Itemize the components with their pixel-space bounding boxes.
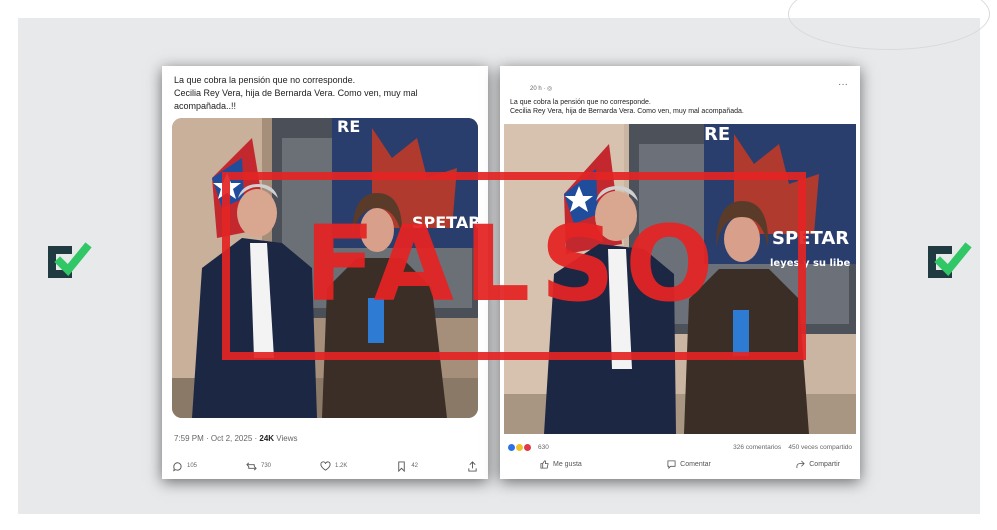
haha-reaction-icon [516,444,523,451]
share-arrow-icon [796,460,805,469]
banner-text: RE [337,118,360,136]
share-button[interactable] [467,460,478,472]
falso-stamp-label: FALSO [304,203,724,325]
comment-button[interactable]: Comentar [667,460,711,469]
fb-post-time-text: 20 h · [530,86,548,92]
share-button[interactable]: Compartir [796,460,840,469]
share-label: Compartir [809,461,840,468]
thumbs-up-icon [540,460,549,469]
love-reaction-icon [524,444,531,451]
share-count[interactable]: 450 veces compartido [788,444,852,451]
fb-post-text-line: La que cobra la pensión que no correspon… [510,99,651,106]
check-logo-icon [928,242,972,278]
x-post-text-line: La que cobra la pensión que no correspon… [174,75,356,85]
banner-text: RE [704,124,730,145]
globe-icon: ◎ [547,86,553,92]
like-label: Me gusta [553,461,582,468]
like-count: 1.2K [335,463,348,469]
reactions-summary[interactable]: 630 [508,444,549,451]
like-button[interactable]: 1.2K [320,460,348,472]
fb-post-time: 20 h · ◎ [530,85,552,92]
bookmark-icon [398,460,406,472]
x-post-text-line: acompañada..!! [174,101,237,111]
fb-stats-row: 630 326 comentarios 450 veces compartido [508,444,852,451]
fb-post-text: La que cobra la pensión que no correspon… [510,98,850,116]
reaction-count: 630 [538,444,549,451]
like-reaction-icon [508,444,515,451]
heart-icon [320,460,331,471]
reply-button[interactable]: 105 [172,461,197,472]
like-button[interactable]: Me gusta [540,460,582,469]
falso-stamp: FALSO [222,172,806,360]
x-action-bar: 105 730 1.2K 42 [172,459,478,473]
x-post-meta: 7:59 PM · Oct 2, 2025 · 24K Views [174,434,297,443]
bookmark-count: 42 [411,463,419,469]
more-options-button[interactable]: ··· [838,79,848,90]
repost-count: 730 [261,463,272,469]
x-post-text: La que cobra la pensión que no correspon… [174,74,474,113]
check-logo-icon [48,242,92,278]
share-icon [468,460,477,472]
comment-label: Comentar [680,461,711,468]
x-post-text-line: Cecilia Rey Vera, hija de Bernarda Vera.… [174,88,418,98]
comment-icon [667,460,676,469]
fb-action-bar: Me gusta Comentar Compartir [540,460,840,469]
fb-post-text-line: Cecilia Rey Vera, hija de Bernarda Vera.… [510,108,744,115]
repost-button[interactable]: 730 [246,461,271,472]
reply-icon [173,461,182,472]
reply-count: 105 [187,463,198,469]
x-post-views: 24K [259,434,275,443]
comments-shares: 326 comentarios 450 veces compartido [733,444,852,451]
x-post-views-label: Views [274,434,298,443]
decorative-arc [788,0,990,50]
comment-count[interactable]: 326 comentarios [733,444,781,451]
repost-icon [246,462,257,470]
x-post-time: 7:59 PM · Oct 2, 2025 · [174,434,260,443]
bookmark-button[interactable]: 42 [396,460,419,472]
